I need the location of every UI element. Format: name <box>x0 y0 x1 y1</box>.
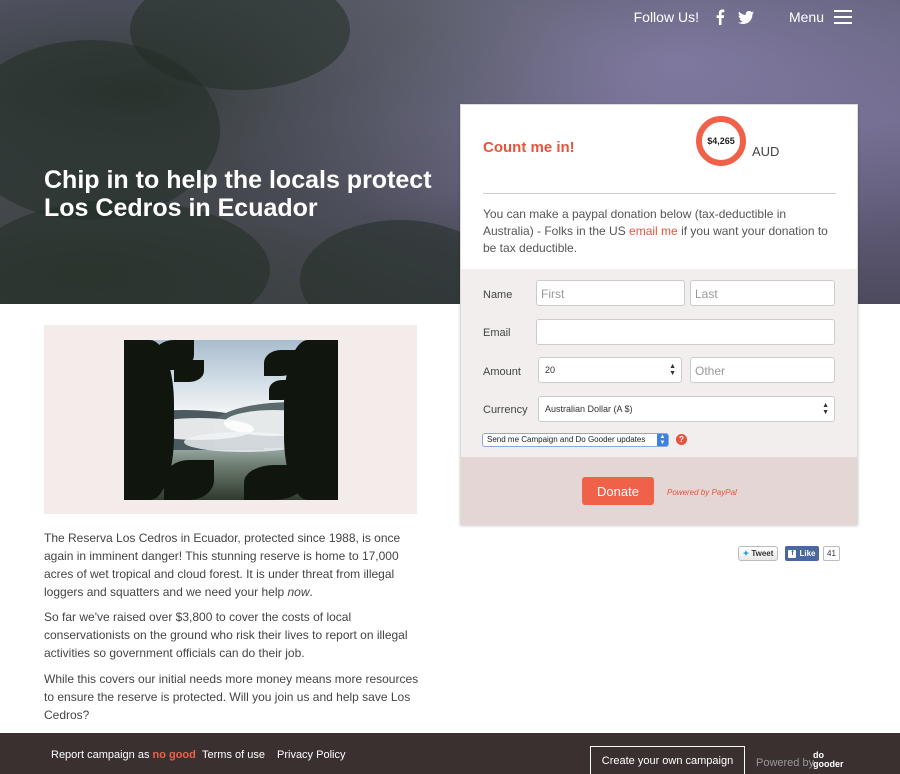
privacy-link[interactable]: Privacy Policy <box>277 749 345 761</box>
facebook-like-button[interactable]: f Like <box>785 546 819 561</box>
raised-amount-badge: $4,265 <box>696 116 746 166</box>
currency-select[interactable]: Australian Dollar (A $) ▲ ▼ <box>538 396 835 422</box>
other-amount-input[interactable]: Other <box>690 357 835 383</box>
body-paragraph-1: The Reserva Los Cedros in Ecuador, prote… <box>44 529 419 601</box>
raised-amount: $4,265 <box>707 136 735 146</box>
donation-form: Name First Last Email Amount 20 ▲ ▼ Other… <box>461 269 857 457</box>
do-gooder-logo[interactable]: do gooder <box>813 751 844 769</box>
divider <box>483 193 836 194</box>
follow-label: Follow Us! <box>633 9 699 25</box>
tweet-label: Tweet <box>751 549 774 558</box>
currency-selected: Australian Dollar (A $) <box>545 404 633 414</box>
body-paragraph-3: While this covers our initial needs more… <box>44 672 419 722</box>
tweet-button[interactable]: ✦ Tweet <box>738 546 778 561</box>
page-title: Chip in to help the locals protect Los C… <box>44 166 432 222</box>
report-highlight: no good <box>152 749 196 761</box>
powered-by-label: Powered by <box>756 757 815 769</box>
amount-label: Amount <box>483 366 521 378</box>
name-label: Name <box>483 289 513 301</box>
create-campaign-button[interactable]: Create your own campaign <box>590 746 745 774</box>
para1-end: . <box>309 585 313 599</box>
email-me-link[interactable]: email me <box>629 224 678 238</box>
card-title: Count me in! <box>483 139 575 156</box>
email-input[interactable] <box>536 319 835 345</box>
first-name-input[interactable]: First <box>536 280 685 306</box>
body-paragraph-2: So far we've raised over $3,800 to cover… <box>44 610 408 660</box>
twitter-icon[interactable] <box>737 8 755 26</box>
currency-code: AUD <box>752 144 780 159</box>
select-arrows-icon: ▲ ▼ <box>822 402 829 416</box>
footer: Report campaign as no good Terms of use … <box>0 733 900 774</box>
para1-text: The Reserva Los Cedros in Ecuador, prote… <box>44 531 401 599</box>
donate-section: Donate Powered by PayPal <box>461 457 857 525</box>
cloud-forest-photo <box>124 340 338 500</box>
amount-selected: 20 <box>545 365 556 375</box>
donate-button[interactable]: Donate <box>582 477 654 505</box>
report-prefix: Report campaign as <box>51 749 153 761</box>
updates-select[interactable]: Send me Campaign and Do Gooder updates ▲… <box>482 433 669 447</box>
email-label: Email <box>483 327 511 339</box>
donation-description: You can make a paypal donation below (ta… <box>483 206 828 257</box>
twitter-bird-icon: ✦ <box>742 549 750 558</box>
last-name-input[interactable]: Last <box>690 280 835 306</box>
logo-line-2: gooder <box>813 759 844 769</box>
like-count: 41 <box>823 546 840 561</box>
like-label: Like <box>799 549 816 558</box>
powered-by-paypal: Powered by PayPal <box>667 488 737 497</box>
para1-emphasis: now <box>287 585 310 599</box>
hamburger-icon <box>834 10 852 24</box>
top-nav: Follow Us! Menu <box>634 0 900 34</box>
currency-label: Currency <box>483 404 528 416</box>
donation-card: Count me in! $4,265 AUD You can make a p… <box>460 104 858 525</box>
updates-selected: Send me Campaign and Do Gooder updates <box>487 435 646 444</box>
menu-label: Menu <box>788 9 824 25</box>
photo-panel <box>44 325 417 514</box>
amount-select[interactable]: 20 ▲ ▼ <box>538 357 682 383</box>
help-icon[interactable]: ? <box>676 434 687 445</box>
menu-button[interactable]: Menu <box>789 9 852 25</box>
facebook-icon[interactable] <box>711 8 729 26</box>
facebook-icon: f <box>788 549 797 558</box>
report-campaign-link[interactable]: Report campaign as no good <box>51 749 196 761</box>
select-arrows-icon: ▲ ▼ <box>669 363 676 377</box>
select-arrows-icon: ▲ ▼ <box>657 434 668 446</box>
terms-link[interactable]: Terms of use <box>202 749 265 761</box>
